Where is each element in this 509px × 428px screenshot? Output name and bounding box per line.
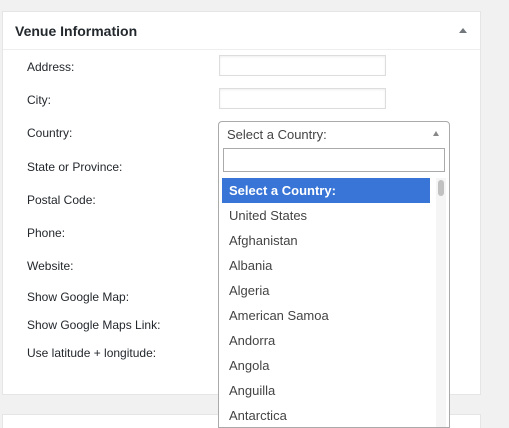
- country-select[interactable]: Select a Country:: [218, 121, 450, 145]
- phone-label: Phone:: [27, 226, 66, 240]
- country-select-value: Select a Country:: [227, 127, 327, 142]
- show-google-maps-link-label: Show Google Maps Link:: [27, 318, 161, 332]
- latitude-longitude-label: Use latitude + longitude:: [27, 346, 157, 360]
- panel-header[interactable]: Venue Information: [3, 12, 480, 50]
- city-input[interactable]: [219, 88, 386, 109]
- country-option[interactable]: Albania: [222, 253, 430, 278]
- website-label: Website:: [27, 259, 74, 273]
- country-option[interactable]: Afghanistan: [222, 228, 430, 253]
- collapse-toggle-icon[interactable]: [459, 28, 467, 33]
- triangle-up-icon: [433, 131, 439, 136]
- address-input[interactable]: [219, 55, 386, 76]
- city-label: City:: [27, 93, 51, 107]
- country-option[interactable]: Angola: [222, 353, 430, 378]
- country-option[interactable]: Anguilla: [222, 378, 430, 403]
- country-options-list: Select a Country: United States Afghanis…: [222, 178, 430, 427]
- address-label: Address:: [27, 60, 75, 74]
- scrollbar-thumb[interactable]: [438, 180, 444, 196]
- country-option[interactable]: Antarctica: [222, 403, 430, 427]
- dropdown-scrollbar[interactable]: [436, 178, 446, 427]
- country-option[interactable]: American Samoa: [222, 303, 430, 328]
- country-label: Country:: [27, 126, 73, 140]
- state-label: State or Province:: [27, 160, 123, 174]
- show-google-map-label: Show Google Map:: [27, 290, 130, 304]
- country-option[interactable]: United States: [222, 203, 430, 228]
- country-option[interactable]: Andorra: [222, 328, 430, 353]
- country-option[interactable]: Select a Country:: [222, 178, 430, 203]
- postal-code-label: Postal Code:: [27, 193, 96, 207]
- panel-title: Venue Information: [15, 23, 138, 39]
- country-option[interactable]: Algeria: [222, 278, 430, 303]
- country-dropdown: Select a Country: United States Afghanis…: [218, 144, 450, 428]
- country-search-input[interactable]: [223, 148, 445, 172]
